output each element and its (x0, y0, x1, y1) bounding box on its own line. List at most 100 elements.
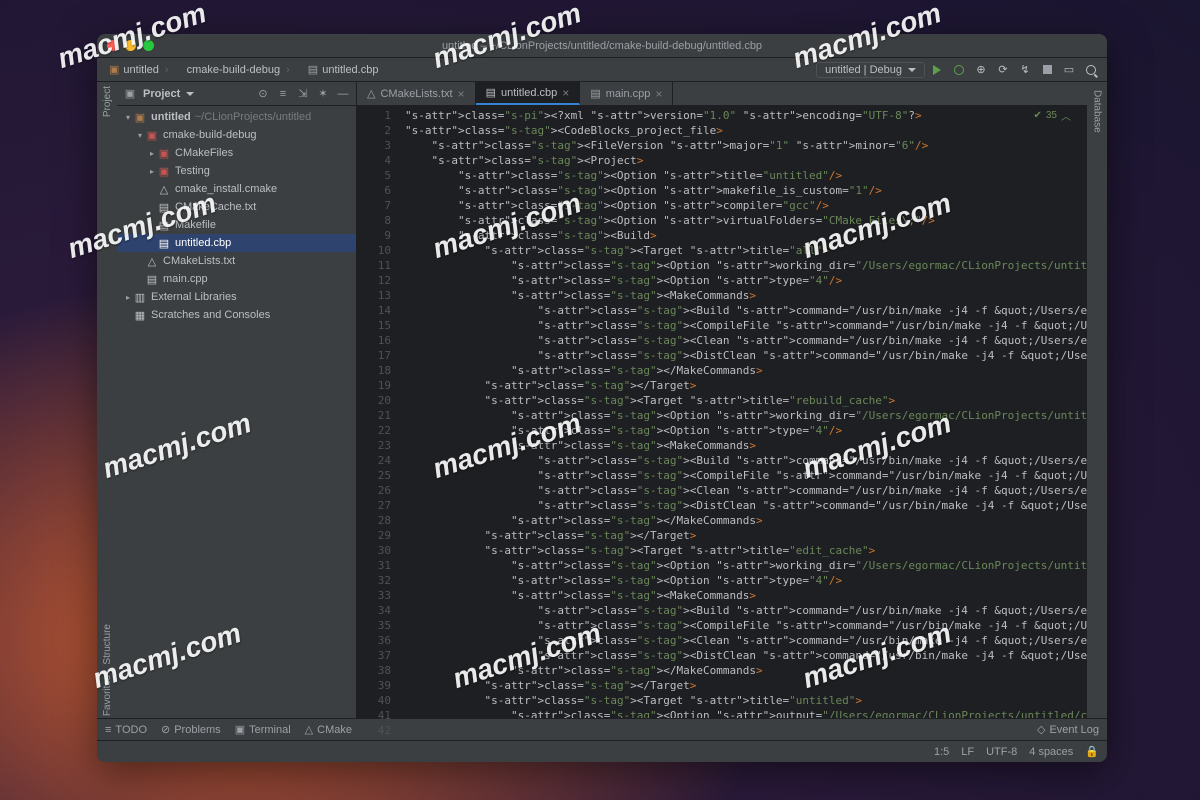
cursor-position[interactable]: 1:5 (934, 746, 949, 758)
tab-label: main.cpp (606, 88, 651, 100)
folder-icon: ▣ (145, 129, 159, 142)
tree-label: CMakeFiles (175, 147, 233, 159)
breadcrumb-label: untitled.cbp (322, 64, 378, 76)
tree-label: CMakeLists.txt (163, 255, 235, 267)
tree-label: untitled.cbp (175, 237, 231, 249)
cpp-file-icon: ▤ (590, 87, 600, 100)
status-bar: 1:5 LF UTF-8 4 spaces 🔒 (97, 740, 1107, 762)
editor-code[interactable]: "s-attr">class="s-pi"><?xml "s-attr">ver… (397, 106, 1087, 718)
tree-label: cmake-build-debug (163, 129, 257, 141)
attach-button[interactable]: ↯ (1015, 60, 1035, 80)
terminal-tool-button[interactable]: ▣ Terminal (235, 723, 291, 736)
bottom-tool-bar: ≡ TODO ⊘ Problems ▣ Terminal △ CMake ◇ E… (97, 718, 1107, 740)
cmake-file-icon: △ (157, 183, 171, 196)
tab-label: CMakeLists.txt (380, 88, 452, 100)
tree-file[interactable]: ▤ main.cpp (117, 270, 356, 288)
coverage-button[interactable]: ⊕ (971, 60, 991, 80)
close-tab-icon[interactable]: × (655, 87, 662, 101)
search-everywhere-button[interactable] (1081, 60, 1101, 80)
layout-button[interactable]: ▭ (1059, 60, 1079, 80)
database-tool-button[interactable]: Database (1092, 90, 1103, 133)
file-encoding[interactable]: UTF-8 (986, 746, 1017, 758)
tree-label: untitled (151, 111, 191, 123)
check-icon: ✔ (1033, 110, 1041, 121)
cmake-file-icon: △ (145, 255, 159, 268)
tree-file[interactable]: △ CMakeLists.txt (117, 252, 356, 270)
make-file-icon: ▤ (157, 219, 171, 232)
tree-scratches[interactable]: ▦ Scratches and Consoles (117, 306, 356, 324)
cpp-file-icon: ▤ (145, 273, 159, 286)
bug-icon (954, 65, 964, 75)
chevron-down-icon[interactable] (186, 92, 194, 96)
inspection-widget[interactable]: ✔ 35 ︿ (1033, 108, 1071, 123)
gear-icon[interactable]: ✶ (316, 87, 330, 101)
navbar: ▣ untitled › cmake-build-debug › ▤ untit… (97, 58, 1107, 82)
editor-tab[interactable]: ▤ main.cpp × (580, 82, 673, 105)
tree-file-selected[interactable]: ▤ untitled.cbp (117, 234, 356, 252)
chevron-up-icon: ︿ (1061, 108, 1071, 123)
project-tree: ▾▣ untitled ~/CLionProjects/untitled ▾▣ … (117, 106, 356, 718)
project-tool-button[interactable]: Project (102, 86, 113, 117)
project-panel-icon: ▣ (123, 87, 137, 101)
hide-panel-icon[interactable]: — (336, 87, 350, 101)
breadcrumb-folder[interactable]: cmake-build-debug › (181, 62, 298, 78)
play-icon (933, 65, 941, 75)
editor-gutter[interactable]: 1234567891011121314151617181920212223242… (357, 106, 397, 718)
breadcrumb-label: untitled (123, 64, 158, 76)
breadcrumb-file[interactable]: ▤ untitled.cbp (302, 61, 385, 78)
cmake-file-icon: △ (367, 87, 375, 100)
debug-button[interactable] (949, 60, 969, 80)
profile-button[interactable]: ⟳ (993, 60, 1013, 80)
tree-project-root[interactable]: ▾▣ untitled ~/CLionProjects/untitled (117, 108, 356, 126)
search-icon (1086, 65, 1096, 75)
breadcrumb-root[interactable]: ▣ untitled › (103, 61, 177, 78)
tree-path: ~/CLionProjects/untitled (195, 111, 311, 123)
tab-label: untitled.cbp (501, 87, 557, 99)
editor-area: △ CMakeLists.txt × ▤ untitled.cbp × ▤ ma… (357, 82, 1087, 718)
structure-tool-button[interactable]: Structure (102, 624, 113, 665)
project-panel-title: Project (143, 88, 180, 100)
lock-icon[interactable]: 🔒 (1085, 745, 1099, 758)
chevron-down-icon (908, 68, 916, 72)
tree-folder[interactable]: ▾▣ cmake-build-debug (117, 126, 356, 144)
run-button[interactable] (927, 60, 947, 80)
tree-file[interactable]: ▤ CMakeCache.txt (117, 198, 356, 216)
problems-tool-button[interactable]: ⊘ Problems (161, 723, 221, 736)
tree-folder[interactable]: ▸▣ CMakeFiles (117, 144, 356, 162)
tree-label: CMakeCache.txt (175, 201, 256, 213)
indent-setting[interactable]: 4 spaces (1029, 746, 1073, 758)
folder-icon: ▣ (157, 165, 171, 178)
close-icon[interactable] (107, 40, 118, 51)
close-tab-icon[interactable]: × (458, 87, 465, 101)
inspection-count: 35 (1046, 110, 1057, 121)
run-config-selector[interactable]: untitled | Debug (816, 62, 925, 78)
editor-tab-active[interactable]: ▤ untitled.cbp × (476, 82, 581, 105)
folder-icon: ▣ (109, 63, 119, 76)
project-panel-header: ▣ Project ⊙ ≡ ⇲ ✶ — (117, 82, 356, 106)
window-title: untitled – ~/CLionProjects/untitled/cmak… (97, 40, 1107, 52)
event-log-button[interactable]: ◇ Event Log (1037, 723, 1099, 736)
todo-tool-button[interactable]: ≡ TODO (105, 724, 147, 736)
close-tab-icon[interactable]: × (562, 86, 569, 100)
window-controls (97, 40, 154, 51)
maximize-icon[interactable] (143, 40, 154, 51)
stop-icon (1043, 65, 1052, 74)
run-config-label: untitled | Debug (825, 64, 902, 76)
editor-tab[interactable]: △ CMakeLists.txt × (357, 82, 476, 105)
tree-file[interactable]: △ cmake_install.cmake (117, 180, 356, 198)
select-opened-file-icon[interactable]: ⊙ (256, 87, 270, 101)
cmake-tool-button[interactable]: △ CMake (305, 723, 352, 736)
tree-label: Makefile (175, 219, 216, 231)
stop-button[interactable] (1037, 60, 1057, 80)
breadcrumb-label: cmake-build-debug (187, 64, 281, 76)
expand-all-icon[interactable]: ≡ (276, 87, 290, 101)
ide-window: untitled – ~/CLionProjects/untitled/cmak… (97, 34, 1107, 762)
titlebar: untitled – ~/CLionProjects/untitled/cmak… (97, 34, 1107, 58)
tree-external-libraries[interactable]: ▸▥ External Libraries (117, 288, 356, 306)
minimize-icon[interactable] (125, 40, 136, 51)
tree-folder[interactable]: ▸▣ Testing (117, 162, 356, 180)
tree-file[interactable]: ▤ Makefile (117, 216, 356, 234)
line-ending[interactable]: LF (961, 746, 974, 758)
favorites-tool-button[interactable]: Favorites (102, 675, 113, 716)
collapse-icon[interactable]: ⇲ (296, 87, 310, 101)
